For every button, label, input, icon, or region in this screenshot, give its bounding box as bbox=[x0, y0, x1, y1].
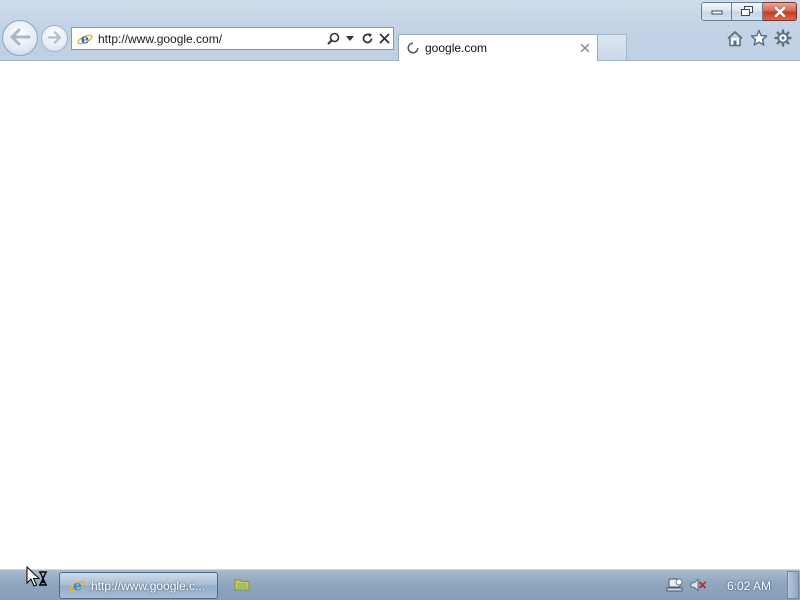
chevron-down-icon[interactable] bbox=[342, 30, 358, 48]
svg-text:e: e bbox=[81, 32, 89, 47]
back-arrow-icon bbox=[9, 28, 31, 49]
search-icon[interactable] bbox=[325, 30, 341, 48]
taskbar: e http://www.google.c... 6:02 AM bbox=[0, 569, 800, 600]
busy-cursor-icon bbox=[26, 565, 50, 588]
star-icon[interactable] bbox=[749, 28, 769, 48]
address-url[interactable]: http://www.google.com/ bbox=[98, 32, 325, 46]
gear-icon[interactable] bbox=[773, 28, 793, 48]
page-content[interactable] bbox=[0, 61, 800, 569]
folder-icon[interactable] bbox=[234, 577, 252, 593]
volume-muted-icon[interactable] bbox=[690, 578, 706, 592]
minimize-button[interactable] bbox=[701, 2, 732, 21]
new-tab-button[interactable] bbox=[598, 34, 627, 60]
show-desktop-button[interactable] bbox=[787, 571, 799, 599]
taskbar-browser-label: http://www.google.c... bbox=[91, 578, 206, 593]
tab-title: google.com bbox=[425, 41, 488, 55]
forward-arrow-icon bbox=[47, 30, 63, 47]
forward-button[interactable] bbox=[41, 25, 68, 52]
home-icon[interactable] bbox=[725, 28, 745, 48]
close-window-button[interactable] bbox=[763, 2, 797, 21]
ie-logo-icon: e bbox=[68, 577, 86, 595]
ie-logo-icon: e bbox=[76, 30, 94, 48]
tab-google[interactable]: google.com bbox=[398, 34, 598, 61]
svg-text:e: e bbox=[73, 578, 82, 594]
loading-spinner-icon bbox=[406, 41, 420, 55]
network-icon[interactable] bbox=[666, 577, 684, 593]
browser-toolbar: e http://www.google.com/ google.com bbox=[0, 0, 800, 61]
address-bar[interactable]: e http://www.google.com/ bbox=[71, 27, 394, 50]
back-button[interactable] bbox=[2, 20, 38, 56]
window-controls bbox=[701, 2, 797, 21]
taskbar-browser-button[interactable]: e http://www.google.c... bbox=[59, 572, 218, 599]
close-icon[interactable] bbox=[376, 30, 392, 48]
taskbar-clock[interactable]: 6:02 AM bbox=[716, 579, 782, 593]
refresh-icon[interactable] bbox=[359, 30, 375, 48]
restore-button[interactable] bbox=[732, 2, 763, 21]
close-tab-icon[interactable] bbox=[577, 40, 593, 56]
